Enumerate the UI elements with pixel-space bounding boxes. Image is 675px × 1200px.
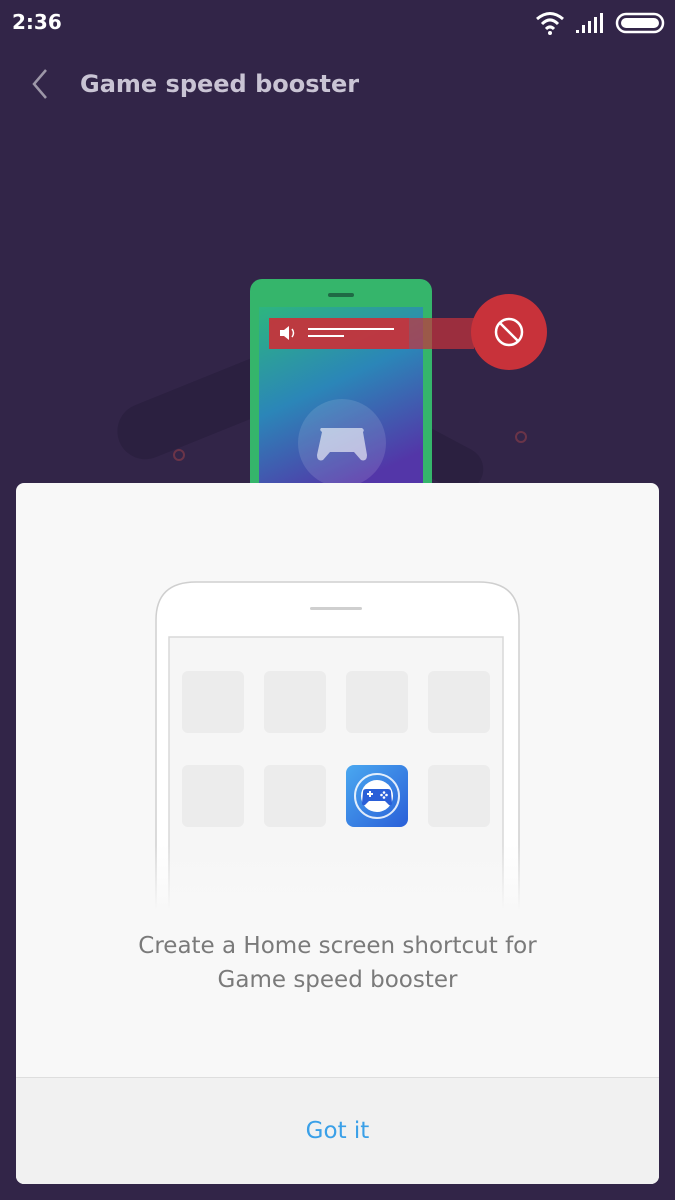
dialog-footer: Got it (16, 1078, 659, 1184)
phone-shortcut-illustration (154, 580, 521, 910)
status-time: 2:36 (12, 10, 62, 34)
dialog-message-line1: Create a Home screen shortcut for (138, 933, 537, 959)
signal-icon (576, 13, 603, 33)
got-it-button[interactable]: Got it (16, 1078, 659, 1184)
hero-illustration (117, 279, 547, 490)
dialog-message: Create a Home screen shortcut for Game s… (16, 929, 659, 997)
status-icons (535, 8, 665, 38)
dialog-message-line2: Game speed booster (217, 967, 458, 993)
wifi-icon (536, 12, 564, 35)
chevron-left-icon[interactable] (22, 64, 62, 104)
status-bar: 2:36 (0, 0, 675, 46)
battery-icon (615, 12, 665, 34)
shortcut-dialog: Create a Home screen shortcut for Game s… (16, 483, 659, 1184)
page-title: Game speed booster (80, 70, 360, 98)
app-header: Game speed booster (0, 50, 675, 120)
